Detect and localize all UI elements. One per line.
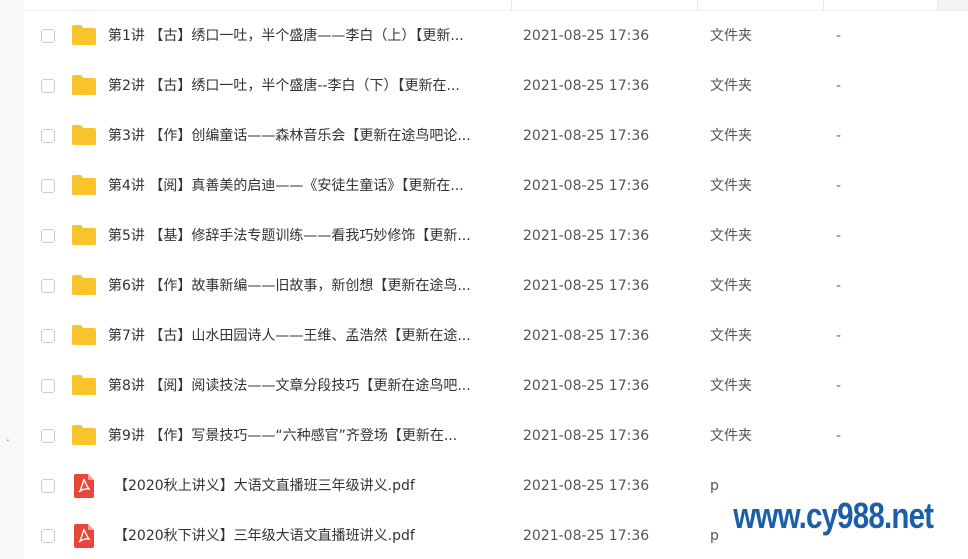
file-name[interactable]: 第8讲 【阅】阅读技法——文章分段技巧【更新在途鸟吧... [108,377,508,395]
row-checkbox[interactable] [41,329,55,343]
file-type: 文件夹 [710,278,752,294]
pdf-icon [74,524,94,548]
folder-row[interactable]: 第6讲 【作】故事新编——旧故事，新创想【更新在途鸟... 2021-08-25 … [24,261,968,311]
file-type: p [710,528,719,544]
modified-date: 2021-08-25 17:36 [523,178,650,194]
file-list: 第1讲 【古】绣口一吐，半个盛唐——李白（上）【更新... 2021-08-25 … [24,11,968,559]
file-name[interactable]: 第9讲 【作】写景技巧——“六种感官”齐登场【更新在... [108,427,508,445]
modified-date: 2021-08-25 17:36 [523,28,650,44]
file-name[interactable]: 第6讲 【作】故事新编——旧故事，新创想【更新在途鸟... [108,277,508,295]
sidebar-dot: . [6,430,10,444]
column-separator [697,0,698,10]
file-type: 文件夹 [710,28,752,44]
scrollbar-stub[interactable] [937,0,968,10]
file-size: - [836,78,842,94]
file-size: - [836,278,842,294]
file-manager-view: . 第1讲 【古】绣口一吐，半个盛唐——李白（上）【更新... 2021-08-2… [0,0,968,559]
folder-icon [71,24,97,46]
modified-date: 2021-08-25 17:36 [523,228,650,244]
file-type: p [710,478,719,494]
file-size: - [836,428,842,444]
file-name[interactable]: 第4讲 【阅】真善美的启迪——《安徒生童话》【更新在... [108,177,508,195]
folder-row[interactable]: 第9讲 【作】写景技巧——“六种感官”齐登场【更新在... 2021-08-25 … [24,411,968,461]
folder-icon [71,424,97,446]
column-separator [823,0,824,10]
file-size: - [836,328,842,344]
file-size: - [836,128,842,144]
folder-row[interactable]: 第3讲 【作】创编童话——森林音乐会【更新在途鸟吧论... 2021-08-25 … [24,111,968,161]
folder-icon [71,174,97,196]
file-type: 文件夹 [710,178,752,194]
folder-icon [71,374,97,396]
row-checkbox[interactable] [41,529,55,543]
file-type: 文件夹 [710,328,752,344]
row-checkbox[interactable] [41,179,55,193]
folder-icon [71,124,97,146]
folder-icon [71,274,97,296]
pdf-icon [74,474,94,498]
modified-date: 2021-08-25 17:36 [523,78,650,94]
folder-icon [71,324,97,346]
file-type: 文件夹 [710,78,752,94]
modified-date: 2021-08-25 17:36 [523,278,650,294]
watermark-text: www.cy988.net [730,494,937,538]
folder-row[interactable]: 第1讲 【古】绣口一吐，半个盛唐——李白（上）【更新... 2021-08-25 … [24,11,968,61]
folder-icon [71,74,97,96]
file-name[interactable]: 第3讲 【作】创编童话——森林音乐会【更新在途鸟吧论... [108,127,508,145]
left-sidebar-edge: . [0,0,24,559]
folder-icon [71,224,97,246]
column-header-bar [24,0,968,11]
column-separator [511,0,512,10]
file-name[interactable]: 第5讲 【基】修辞手法专题训练——看我巧妙修饰【更新... [108,227,508,245]
modified-date: 2021-08-25 17:36 [523,328,650,344]
file-name[interactable]: 第2讲 【古】绣口一吐，半个盛唐--李白（下）【更新在... [108,77,508,95]
row-checkbox[interactable] [41,79,55,93]
row-checkbox[interactable] [41,429,55,443]
folder-row[interactable]: 第7讲 【古】山水田园诗人——王维、孟浩然【更新在途... 2021-08-25 … [24,311,968,361]
file-type: 文件夹 [710,228,752,244]
row-checkbox[interactable] [41,129,55,143]
file-size: - [836,178,842,194]
file-type: 文件夹 [710,128,752,144]
folder-row[interactable]: 第2讲 【古】绣口一吐，半个盛唐--李白（下）【更新在... 2021-08-25… [24,61,968,111]
file-name[interactable]: 第7讲 【古】山水田园诗人——王维、孟浩然【更新在途... [108,327,508,345]
modified-date: 2021-08-25 17:36 [523,378,650,394]
row-checkbox[interactable] [41,479,55,493]
modified-date: 2021-08-25 17:36 [523,528,650,544]
file-size: - [836,228,842,244]
file-size: - [836,378,842,394]
row-checkbox[interactable] [41,379,55,393]
file-size: - [836,28,842,44]
row-checkbox[interactable] [41,279,55,293]
file-name[interactable]: 【2020秋上讲义】大语文直播班三年级讲义.pdf [114,477,514,495]
file-name[interactable]: 第1讲 【古】绣口一吐，半个盛唐——李白（上）【更新... [108,27,508,45]
file-name[interactable]: 【2020秋下讲义】三年级大语文直播班讲义.pdf [114,527,514,545]
modified-date: 2021-08-25 17:36 [523,478,650,494]
modified-date: 2021-08-25 17:36 [523,128,650,144]
folder-row[interactable]: 第5讲 【基】修辞手法专题训练——看我巧妙修饰【更新... 2021-08-25 … [24,211,968,261]
file-type: 文件夹 [710,378,752,394]
folder-row[interactable]: 第8讲 【阅】阅读技法——文章分段技巧【更新在途鸟吧... 2021-08-25 … [24,361,968,411]
modified-date: 2021-08-25 17:36 [523,428,650,444]
row-checkbox[interactable] [41,229,55,243]
row-checkbox[interactable] [41,29,55,43]
folder-row[interactable]: 第4讲 【阅】真善美的启迪——《安徒生童话》【更新在... 2021-08-25 … [24,161,968,211]
file-type: 文件夹 [710,428,752,444]
